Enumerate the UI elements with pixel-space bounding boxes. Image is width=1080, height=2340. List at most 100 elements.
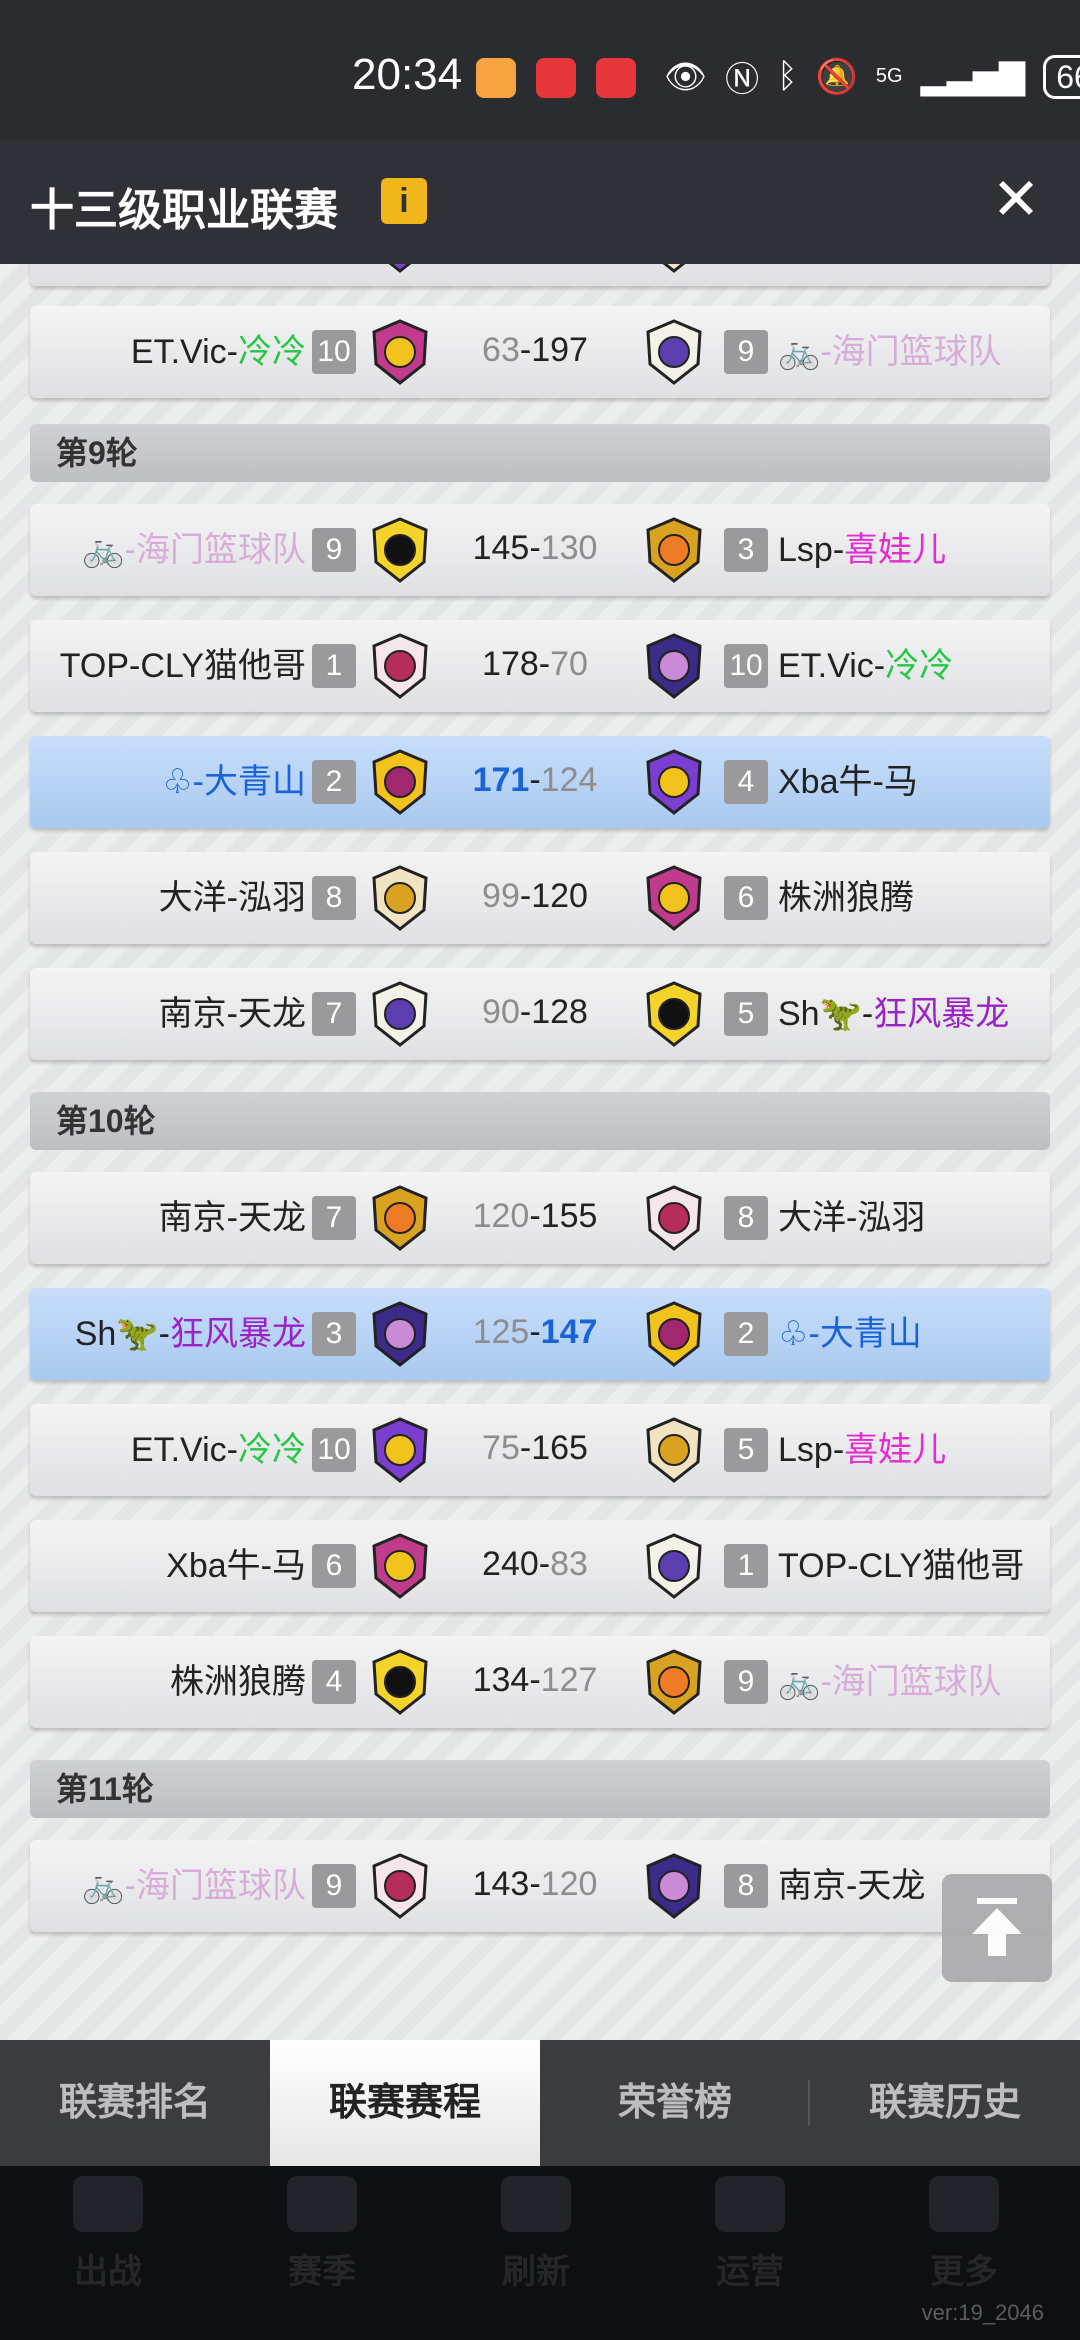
match-score: 115-134 (440, 264, 630, 282)
team-prefix: 🚲- (82, 1867, 136, 1905)
home-team-name: Xba牛-马 (166, 1520, 306, 1612)
team-name: 株洲狼腾 (170, 1663, 306, 1701)
team-name: 海门篮球队 (136, 531, 306, 569)
team-name: 冷冷 (238, 1431, 306, 1469)
team-prefix: 🚲- (778, 333, 832, 371)
home-rank-badge: 7 (312, 1196, 356, 1240)
nav-ghost-item: 更多 (904, 2176, 1024, 2293)
team-prefix: 🚲- (778, 1663, 832, 1701)
home-team-name: 南京-天龙 (159, 1172, 306, 1264)
team-prefix: Sh🦖- (778, 995, 874, 1033)
match-row[interactable]: ♧-大青山 2 171-124 4 Xba牛-马 (30, 736, 1050, 828)
home-rank-badge: 9 (312, 528, 356, 572)
home-team-name: ET.Vic-冷冷 (131, 306, 306, 398)
home-team-name: ♧-大青山 (162, 736, 306, 828)
schedule-list[interactable]: Sh🦖-狂风暴龙3115-1347株洲狼腾ET.Vic-冷冷1063-1979🚲… (0, 264, 1080, 2040)
team-logo-icon (372, 1417, 428, 1483)
team-logo-icon (646, 633, 702, 699)
team-prefix: 🚲- (82, 531, 136, 569)
match-row[interactable]: Sh🦖-狂风暴龙 3 125-147 2 ♧-大青山 (30, 1288, 1050, 1380)
scroll-to-top-button[interactable] (942, 1874, 1052, 1982)
team-prefix: ET.Vic- (778, 647, 886, 685)
home-rank-badge: 10 (312, 330, 356, 374)
away-rank-badge: 8 (724, 1864, 768, 1908)
away-team-name: 大洋-泓羽 (778, 1172, 925, 1264)
match-row[interactable]: ET.Vic-冷冷 10 63-197 9 🚲-海门篮球队 (30, 306, 1050, 398)
home-team-name: TOP-CLY猫他哥 (60, 620, 306, 712)
network-label: 5G (875, 65, 903, 87)
away-team-name: 南京-天龙 (778, 1840, 925, 1932)
team-name: 株洲狼腾 (778, 879, 914, 917)
home-team-name: 🚲-海门篮球队 (82, 1840, 306, 1932)
status-bar: 20:34 👁 Ⓝ ᛒ 🔕 5G ▂▃▅▇ 66 (0, 0, 1080, 140)
info-button[interactable]: i (381, 178, 427, 224)
away-score: 83 (550, 1545, 588, 1583)
team-prefix: ♧- (162, 763, 204, 801)
team-logo-icon (372, 517, 428, 583)
score-separator: - (529, 529, 541, 567)
away-rank-badge: 5 (724, 992, 768, 1036)
tab-league-schedule[interactable]: 联赛赛程 (270, 2040, 540, 2166)
match-row[interactable]: 大洋-泓羽 8 99-120 6 株洲狼腾 (30, 852, 1050, 944)
team-prefix: Lsp- (778, 531, 845, 569)
match-row[interactable]: TOP-CLY猫他哥 1 178-70 10 ET.Vic-冷冷 (30, 620, 1050, 712)
tab-league-ranking[interactable]: 联赛排名 (0, 2040, 270, 2166)
tab-honor-board[interactable]: 荣誉榜 (540, 2040, 810, 2166)
tab-league-history[interactable]: 联赛历史 (810, 2040, 1080, 2166)
match-row[interactable]: 株洲狼腾 4 134-127 9 🚲-海门篮球队 (30, 1636, 1050, 1728)
home-score: 145 (472, 529, 530, 567)
team-logo-icon (646, 865, 702, 931)
match-row[interactable]: 🚲-海门篮球队 9 145-130 3 Lsp-喜娃儿 (30, 504, 1050, 596)
score-separator: - (529, 1313, 541, 1351)
away-score: 120 (540, 1865, 598, 1903)
away-score: 127 (540, 1661, 598, 1699)
home-team-name: 🚲-海门篮球队 (82, 504, 306, 596)
match-row[interactable]: Sh🦖-狂风暴龙3115-1347株洲狼腾 (30, 264, 1050, 286)
home-score: 120 (472, 1197, 530, 1235)
home-rank-badge: 6 (312, 1544, 356, 1588)
home-score: 75 (482, 1429, 520, 1467)
team-logo-icon (646, 1853, 702, 1919)
match-score: 75-165 (440, 1404, 630, 1492)
round-header: 第9轮 (30, 424, 1050, 482)
away-team-name: 🚲-海门篮球队 (778, 1636, 1002, 1728)
team-name: 大洋-泓羽 (778, 1199, 926, 1237)
close-button[interactable]: ✕ (990, 171, 1042, 229)
arrow-up-icon (972, 1898, 1022, 1956)
score-separator: - (529, 1197, 541, 1235)
match-row[interactable]: 🚲-海门篮球队 9 143-120 8 南京-天龙 (30, 1840, 1050, 1932)
team-logo-icon (372, 1533, 428, 1599)
match-row[interactable]: Xba牛-马 6 240-83 1 TOP-CLY猫他哥 (30, 1520, 1050, 1612)
round-label: 第11轮 (56, 1771, 154, 1807)
match-score: 143-120 (440, 1840, 630, 1928)
team-prefix: Lsp- (778, 1431, 845, 1469)
team-logo-icon (372, 1301, 428, 1367)
team-logo-icon (646, 1185, 702, 1251)
score-separator: - (519, 993, 532, 1031)
score-separator: - (519, 331, 532, 369)
match-row[interactable]: 南京-天龙 7 120-155 8 大洋-泓羽 (30, 1172, 1050, 1264)
team-logo-icon (646, 1301, 702, 1367)
home-team-name: 南京-天龙 (159, 968, 306, 1060)
score-separator: - (519, 877, 532, 915)
away-score: 197 (531, 331, 588, 369)
home-score: 90 (482, 993, 520, 1031)
match-row[interactable]: 南京-天龙 7 90-128 5 Sh🦖-狂风暴龙 (30, 968, 1050, 1060)
away-team-name: 株洲狼腾 (778, 264, 914, 286)
score-separator: - (538, 1545, 551, 1583)
team-logo-icon (646, 981, 702, 1047)
home-rank-badge: 3 (312, 1312, 356, 1356)
match-score: 99-120 (440, 852, 630, 940)
team-name: 海门篮球队 (831, 1663, 1002, 1701)
home-score: 99 (482, 877, 520, 915)
away-team-name: ET.Vic-冷冷 (778, 620, 953, 712)
away-rank-badge: 5 (724, 1428, 768, 1472)
away-team-name: TOP-CLY猫他哥 (778, 1520, 1024, 1612)
team-logo-icon (646, 1417, 702, 1483)
home-team-name: Sh🦖-狂风暴龙 (75, 264, 306, 286)
match-row[interactable]: ET.Vic-冷冷 10 75-165 5 Lsp-喜娃儿 (30, 1404, 1050, 1496)
match-score: 125-147 (440, 1288, 630, 1376)
away-team-name: 株洲狼腾 (778, 852, 914, 944)
away-score: 130 (540, 529, 598, 567)
team-logo-icon (646, 749, 702, 815)
